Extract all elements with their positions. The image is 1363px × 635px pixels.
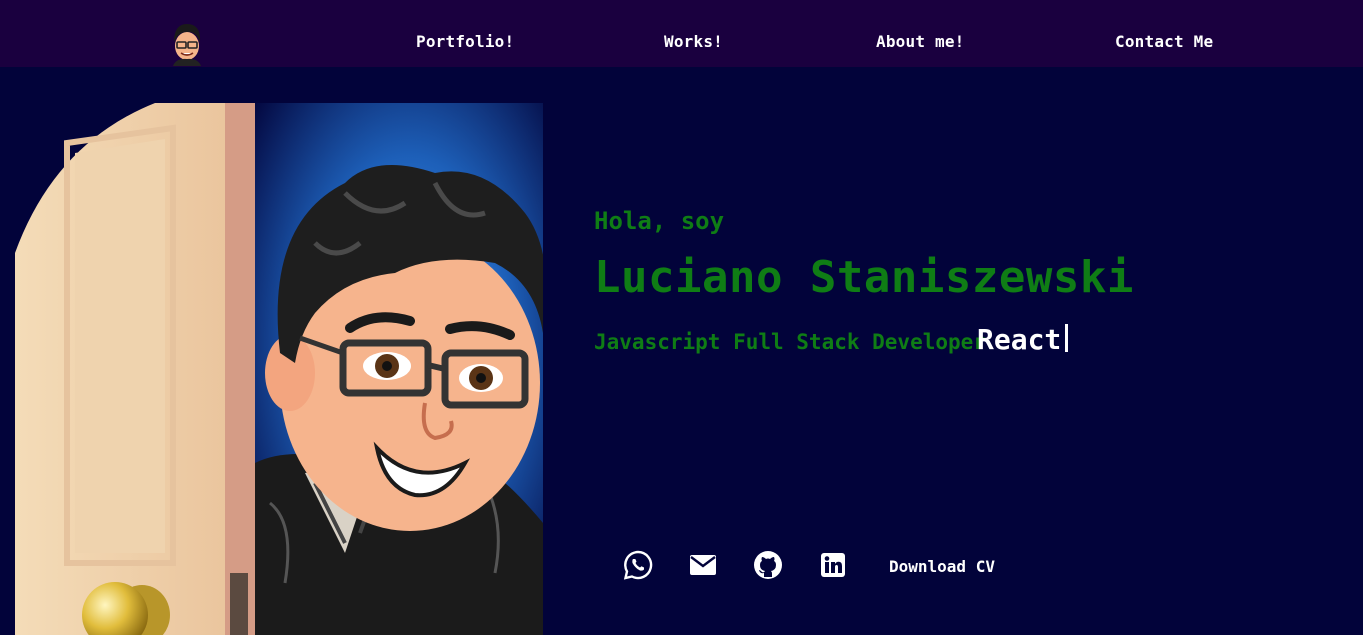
mail-icon[interactable] <box>688 550 718 580</box>
typewriter-text: React <box>977 323 1069 356</box>
hero-name: Luciano Staniszewski <box>594 252 1134 303</box>
nav-link-contact[interactable]: Contact Me <box>1115 32 1213 51</box>
nav-link-about[interactable]: About me! <box>876 32 965 51</box>
hero-role: Javascript Full Stack Developer <box>594 330 986 354</box>
logo-avatar[interactable] <box>168 18 206 66</box>
whatsapp-icon[interactable] <box>623 550 653 580</box>
github-icon[interactable] <box>753 550 783 580</box>
nav-link-portfolio[interactable]: Portfolio! <box>416 32 514 51</box>
nav-link-works[interactable]: Works! <box>664 32 723 51</box>
hero-illustration <box>15 103 543 635</box>
linkedin-icon[interactable] <box>818 550 848 580</box>
typed-word: React <box>977 323 1062 356</box>
typing-cursor <box>1065 324 1069 352</box>
navbar: Portfolio! Works! About me! Contact Me <box>0 0 1363 67</box>
hero-greeting: Hola, soy <box>594 207 725 235</box>
download-cv-button[interactable]: Download CV <box>889 557 995 576</box>
